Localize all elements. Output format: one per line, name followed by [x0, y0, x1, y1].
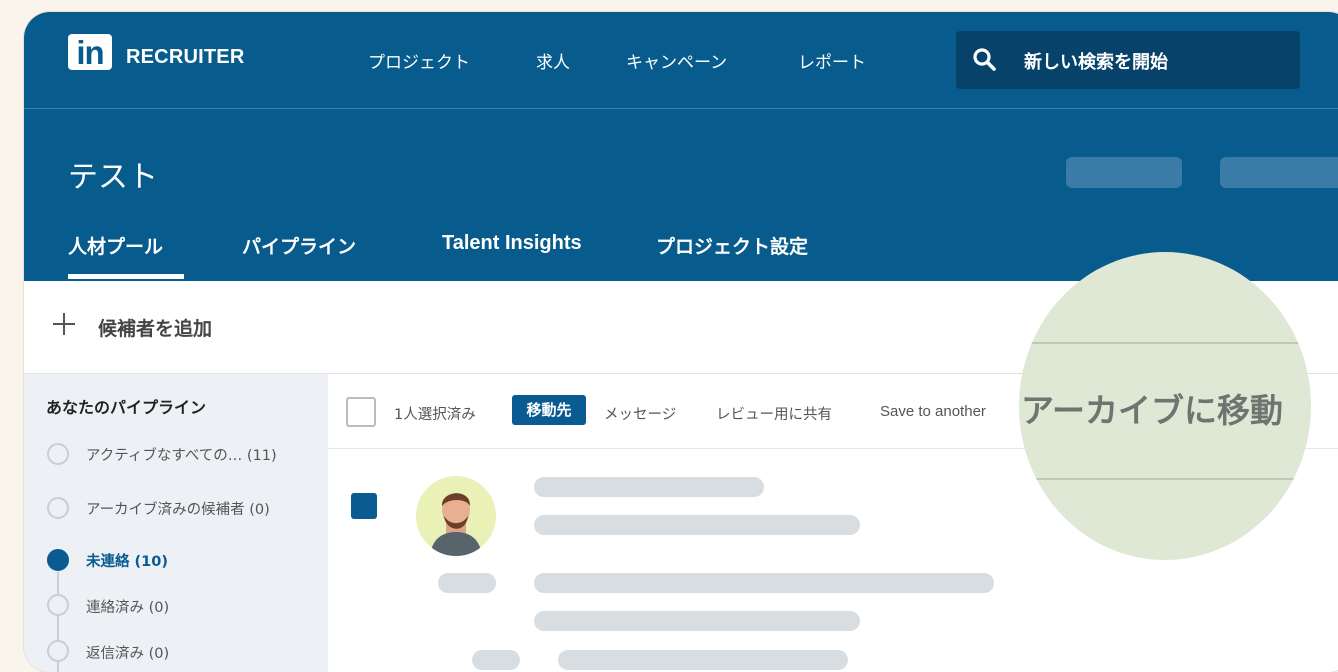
share-for-review-button[interactable]: レビュー用に共有: [716, 403, 832, 424]
pipeline-stage-radio[interactable]: [47, 497, 69, 519]
header-action-placeholder[interactable]: [1066, 157, 1182, 188]
zoom-divider: [1019, 478, 1311, 480]
linkedin-logo[interactable]: in: [68, 34, 112, 71]
nav-campaigns[interactable]: キャンペーン: [626, 48, 727, 73]
new-search-label: 新しい検索を開始: [1024, 52, 1168, 73]
tab-project-settings[interactable]: プロジェクト設定: [656, 232, 808, 259]
candidate-avatar[interactable]: [416, 476, 496, 556]
select-all-checkbox[interactable]: [346, 397, 376, 427]
plus-icon[interactable]: [52, 312, 76, 336]
sidebar-item-all-active[interactable]: アクティブなすべての… (11): [86, 444, 277, 465]
new-search-button[interactable]: 新しい検索を開始: [956, 31, 1300, 89]
pipeline-stage-radio-selected[interactable]: [47, 549, 69, 571]
archive-move-button[interactable]: アーカイブに移動: [1021, 384, 1283, 432]
tab-talent-insights[interactable]: Talent Insights: [442, 232, 582, 255]
detail-label-placeholder: [472, 650, 520, 670]
zoom-magnifier: アーカイブに移動: [1019, 252, 1311, 560]
app-window: in RECRUITER プロジェクト 求人 キャンペーン レポート 新しい検索…: [24, 12, 1338, 672]
person-icon: [430, 493, 482, 556]
tab-talent-pool[interactable]: 人材プール: [68, 232, 163, 259]
nav-reports[interactable]: レポート: [798, 48, 866, 73]
pipeline-stage-radio[interactable]: [47, 443, 69, 465]
detail-value-placeholder: [558, 650, 848, 670]
selected-count: 1人選択済み: [394, 407, 476, 423]
pipeline-stage-radio[interactable]: [47, 594, 69, 616]
sidebar-item-not-contacted[interactable]: 未連絡 (10): [86, 550, 168, 571]
sidebar-item-replied[interactable]: 返信済み (0): [86, 642, 169, 663]
zoom-divider: [1019, 342, 1311, 344]
brand-name: RECRUITER: [126, 46, 245, 68]
active-tab-indicator: [68, 274, 184, 279]
detail-value-placeholder: [534, 611, 860, 631]
move-to-button[interactable]: 移動先: [512, 395, 586, 425]
detail-value-placeholder: [534, 573, 994, 593]
add-candidate-button[interactable]: 候補者を追加: [98, 314, 212, 341]
sidebar-title: あなたのパイプライン: [46, 398, 207, 417]
save-to-another-button[interactable]: Save to another: [880, 403, 986, 420]
pipeline-sidebar: [24, 374, 328, 672]
tab-pipeline[interactable]: パイプライン: [242, 232, 356, 259]
header-action-placeholder[interactable]: [1220, 157, 1338, 188]
detail-label-placeholder: [438, 573, 496, 593]
nav-projects[interactable]: プロジェクト: [368, 48, 470, 73]
message-button[interactable]: メッセージ: [604, 403, 676, 424]
sidebar-item-archived[interactable]: アーカイブ済みの候補者 (0): [86, 498, 270, 519]
search-icon: [973, 48, 996, 71]
candidate-name-placeholder: [534, 477, 764, 497]
candidate-checkbox-checked[interactable]: [351, 493, 377, 519]
page-title: テスト: [68, 160, 158, 195]
pipeline-stage-radio[interactable]: [47, 640, 69, 662]
candidate-headline-placeholder: [534, 515, 860, 535]
header: in RECRUITER プロジェクト 求人 キャンペーン レポート 新しい検索…: [24, 12, 1338, 281]
top-nav-bar: in RECRUITER プロジェクト 求人 キャンペーン レポート 新しい検索…: [24, 12, 1338, 109]
nav-jobs[interactable]: 求人: [536, 48, 570, 73]
sidebar-item-contacted[interactable]: 連絡済み (0): [86, 596, 169, 617]
